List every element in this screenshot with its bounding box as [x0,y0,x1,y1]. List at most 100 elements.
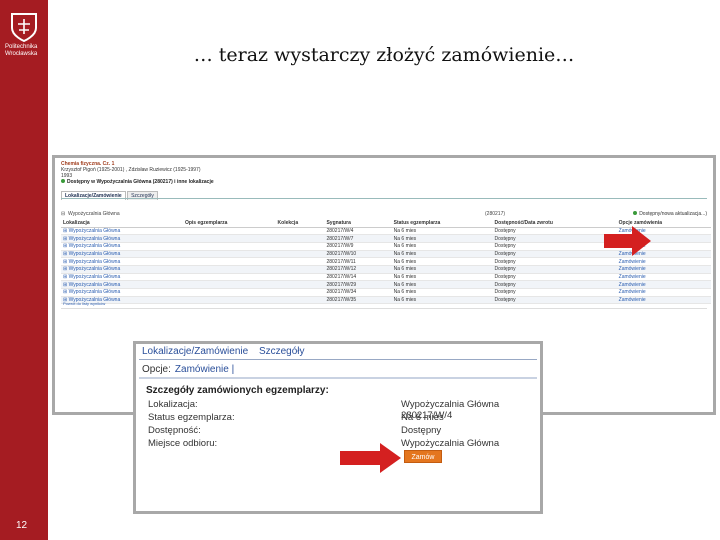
cell-call-number-text: 280217/W/34 [326,289,357,296]
order-link-text: Zamówienie [618,289,646,296]
cell-location[interactable]: ⊞ Wypożyczalnia Główna [61,250,183,259]
cell-collection [275,250,325,259]
book-authors: Krzysztof Pigoń (1925-2001) , Zdzisław R… [61,167,201,173]
cell-collection [275,280,325,289]
cell-item-status-text: Na 6 mies [393,289,417,296]
cell-location[interactable]: ⊞ Wypożyczalnia Główna [61,280,183,289]
order-link[interactable]: Zamówienie [616,257,711,266]
order-link[interactable]: Zamówienie [616,280,711,289]
university-name: Politechnika Wrocławska [5,44,47,58]
cell-location-text: Wypożyczalnia Główna [68,243,121,250]
cell-item-status: Na 6 mies [391,234,493,243]
cell-item-status-text: Na 6 mies [393,266,417,273]
cell-item-status: Na 6 mies [391,296,493,305]
tab-locations[interactable]: Lokalizacje/Zamówienie [142,346,248,357]
cell-availability-text: Dostępny [494,227,516,234]
column-header: Kolekcja [275,219,325,228]
tab-details[interactable]: Szczegóły [259,346,305,357]
column-header: Lokalizacja [61,219,183,228]
order-button[interactable]: Zamów [404,450,442,463]
cell-location[interactable]: ⊞ Wypożyczalnia Główna [61,227,183,236]
order-link-text: Zamówienie [618,258,646,265]
cell-item-status-text: Na 6 mies [393,297,417,304]
field-value: Dostępny [401,425,442,436]
table-row: ⊞ Wypożyczalnia Główna 280217/W/35 Na 6 mi… [61,296,711,305]
table-row: ⊞ Wypożyczalnia Główna 280217/W/11 Na 6 mi… [61,257,711,266]
update-note-text: Dostępny/nowa aktualizacja...) [639,211,707,217]
cell-location-text: Wypożyczalnia Główna [68,266,121,273]
university-logo-icon [11,13,37,42]
back-to-results-link[interactable]: Powrót do listy wyników [63,301,105,306]
cell-availability: Dostępny [492,257,617,266]
cell-location-text: Wypożyczalnia Główna [68,235,121,242]
university-name-line: Wrocławska [5,51,38,57]
order-link[interactable]: Zamówienie [616,265,711,274]
cell-collection [275,242,325,251]
cell-description [182,265,276,274]
cell-collection [275,273,325,282]
cell-call-number-text: 280217/W/7 [326,235,354,242]
cell-call-number-text: 280217/W/11 [326,258,356,265]
arrow-right-icon [340,443,401,473]
cell-availability-text: Dostępny [494,243,516,250]
cell-availability-text: Dostępny [494,250,516,257]
cell-description [182,250,276,259]
cell-call-number: 280217/W/29 [324,280,392,289]
cell-call-number: 280217/W/7 [324,234,392,243]
field-label: Dostępność: [148,425,201,436]
cell-location-text: Wypożyczalnia Główna [68,273,121,280]
cell-item-status-text: Na 6 mies [393,235,417,242]
cell-item-status: Na 6 mies [391,257,493,266]
field-value: Na 6 mies [401,412,444,423]
cell-location[interactable]: ⊞ Wypożyczalnia Główna [61,234,183,243]
cell-availability-text: Dostępny [494,235,516,242]
order-options-link[interactable]: Zamówienie | [175,364,234,375]
cell-call-number: 280217/W/9 [324,242,392,251]
cell-description [182,288,276,297]
location-group-label: Wypożyczalnia Główna [67,211,120,217]
cell-call-number-text: 280217/W/35 [326,297,357,304]
field-label: Lokalizacja: [148,399,198,410]
status-dot-icon [633,211,638,215]
cell-call-number: 280217/W/35 [324,296,392,305]
cell-call-number: 280217/W/11 [324,257,392,266]
table-row: ⊞ Wypożyczalnia Główna 280217/W/12 Na 6 mi… [61,265,711,274]
options-label: Opcje: [142,364,171,375]
arrow-right-icon [604,226,651,256]
cell-location[interactable]: ⊞ Wypożyczalnia Główna [61,257,183,266]
cell-availability: Dostępny [492,273,617,282]
cell-description [182,242,276,251]
sidebar-band: Politechnika Wrocławska 12 [0,0,48,540]
cell-collection [275,257,325,266]
update-note: Dostępny/nowa aktualizacja...) [633,211,707,217]
cell-call-number: 280217/W/4 [324,227,392,236]
column-header: Sygnatura [324,219,392,228]
cell-call-number: 280217/W/14 [324,273,392,282]
cell-location[interactable]: ⊞ Wypożyczalnia Główna [61,288,183,297]
location-group[interactable]: ⊟ Wypożyczalnia Główna [61,211,120,217]
slide-number: 12 [16,520,28,531]
cell-description [182,234,276,243]
tab-divider [61,198,707,199]
cell-availability-text: Dostępny [494,297,516,304]
cell-call-number: 280217/W/10 [324,250,392,259]
cell-description [182,227,276,236]
cell-location[interactable]: ⊞ Wypożyczalnia Główna [61,273,183,282]
cell-item-status-text: Na 6 mies [393,227,417,234]
cell-call-number-text: 280217/W/9 [326,243,354,250]
cell-availability: Dostępny [492,227,617,236]
cell-item-status: Na 6 mies [391,250,493,259]
cell-location[interactable]: ⊞ Wypożyczalnia Główna [61,242,183,251]
cell-description [182,280,276,289]
order-link[interactable]: Zamówienie [616,288,711,297]
cell-collection [275,296,325,305]
cell-location-text: Wypożyczalnia Główna [68,258,121,265]
order-link-text: Zamówienie [618,273,646,280]
column-header: Opis egzemplarza [182,219,276,228]
cell-availability-text: Dostępny [494,266,516,273]
order-link[interactable]: Zamówienie [616,296,711,305]
order-link-text: Zamówienie [618,266,646,273]
cell-location[interactable]: ⊞ Wypożyczalnia Główna [61,265,183,274]
order-link[interactable]: Zamówienie [616,273,711,282]
location-count: (280217) [485,211,506,217]
